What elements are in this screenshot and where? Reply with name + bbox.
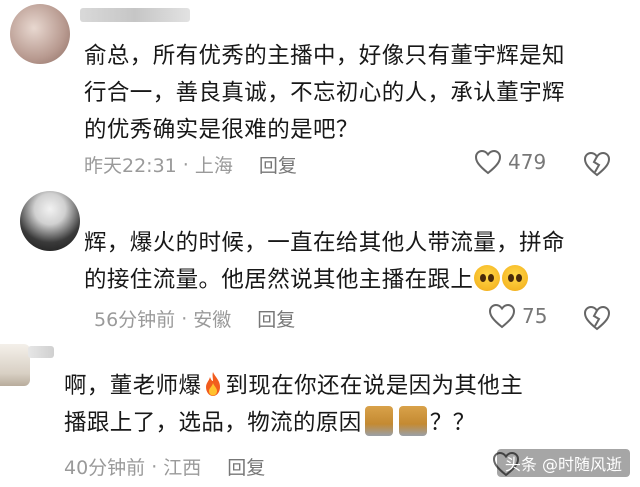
- location: 上海: [194, 155, 233, 177]
- location: 江西: [163, 457, 202, 479]
- comment-line: 的接住流量。他居然说其他主播在跟上: [84, 262, 565, 299]
- comment-line: 辉，爆火的时候，一直在给其他人带流量，拼命: [84, 230, 565, 256]
- broken-heart-icon[interactable]: [583, 151, 611, 177]
- watermark: 头条 @时随风逝: [496, 449, 630, 477]
- comment-text: 啊，董老师爆 到现在你还在说是因为其他主 播跟上了，选品，物流的原因？？: [64, 368, 523, 442]
- comment-line: 的优秀确实是很难的是吧？: [84, 117, 359, 143]
- timestamp: 40分钟前: [64, 457, 146, 479]
- avatar[interactable]: [0, 344, 30, 386]
- like-count: 479: [508, 150, 547, 174]
- comment-text: 俞总，所有优秀的主播中，好像只有董宇辉是知 行合一，善良真诚，不忘初心的人，承认…: [84, 38, 565, 149]
- reply-button[interactable]: 回复: [259, 151, 297, 178]
- like-count: 75: [522, 304, 548, 328]
- fire-emoji-icon: [206, 372, 221, 396]
- timestamp: 56分钟前: [94, 309, 176, 331]
- username-blurred[interactable]: [80, 8, 190, 22]
- location: 安徽: [193, 309, 232, 331]
- comment-meta: 40分钟前 · 江西 回复: [64, 453, 265, 480]
- heart-icon: [474, 149, 502, 175]
- comment-line: 啊，董老师爆 到现在你还在说是因为其他主: [64, 372, 524, 399]
- comment-line: 俞总，所有优秀的主播中，好像只有董宇辉是知: [84, 43, 565, 69]
- reply-button[interactable]: 回复: [257, 305, 295, 332]
- timestamp: 昨天22:31: [84, 155, 177, 177]
- comment-text: 辉，爆火的时候，一直在给其他人带流量，拼命 的接住流量。他居然说其他主播在跟上: [84, 225, 565, 299]
- separator: ·: [181, 307, 188, 330]
- comment-2: 辉，爆火的时候，一直在给其他人带流量，拼命 的接住流量。他居然说其他主播在跟上 …: [0, 185, 640, 340]
- comment-1: 俞总，所有优秀的主播中，好像只有董宇辉是知 行合一，善良真诚，不忘初心的人，承认…: [0, 0, 640, 185]
- grimace-emoji-icon: [474, 265, 501, 291]
- broken-heart-icon[interactable]: [583, 305, 611, 331]
- comment-meta: 56分钟前 · 安徽 回复: [94, 305, 295, 332]
- comment-line: 播跟上了，选品，物流的原因？？: [64, 405, 523, 442]
- separator: ·: [182, 153, 189, 176]
- avatar[interactable]: [20, 191, 80, 251]
- username-blurred[interactable]: [28, 346, 54, 358]
- heart-icon: [488, 303, 516, 329]
- avatar[interactable]: [10, 4, 70, 64]
- comment-line: 行合一，善良真诚，不忘初心的人，承认董宇辉: [84, 80, 565, 106]
- comment-meta: 昨天22:31 · 上海 回复: [84, 151, 297, 178]
- like-button[interactable]: 479: [474, 149, 546, 175]
- cat-sticker-icon: [364, 406, 393, 436]
- cat-sticker-icon: [398, 406, 427, 436]
- like-button[interactable]: 75: [488, 303, 547, 329]
- grimace-emoji-icon: [502, 265, 529, 291]
- reply-button[interactable]: 回复: [227, 453, 265, 480]
- separator: ·: [151, 455, 158, 478]
